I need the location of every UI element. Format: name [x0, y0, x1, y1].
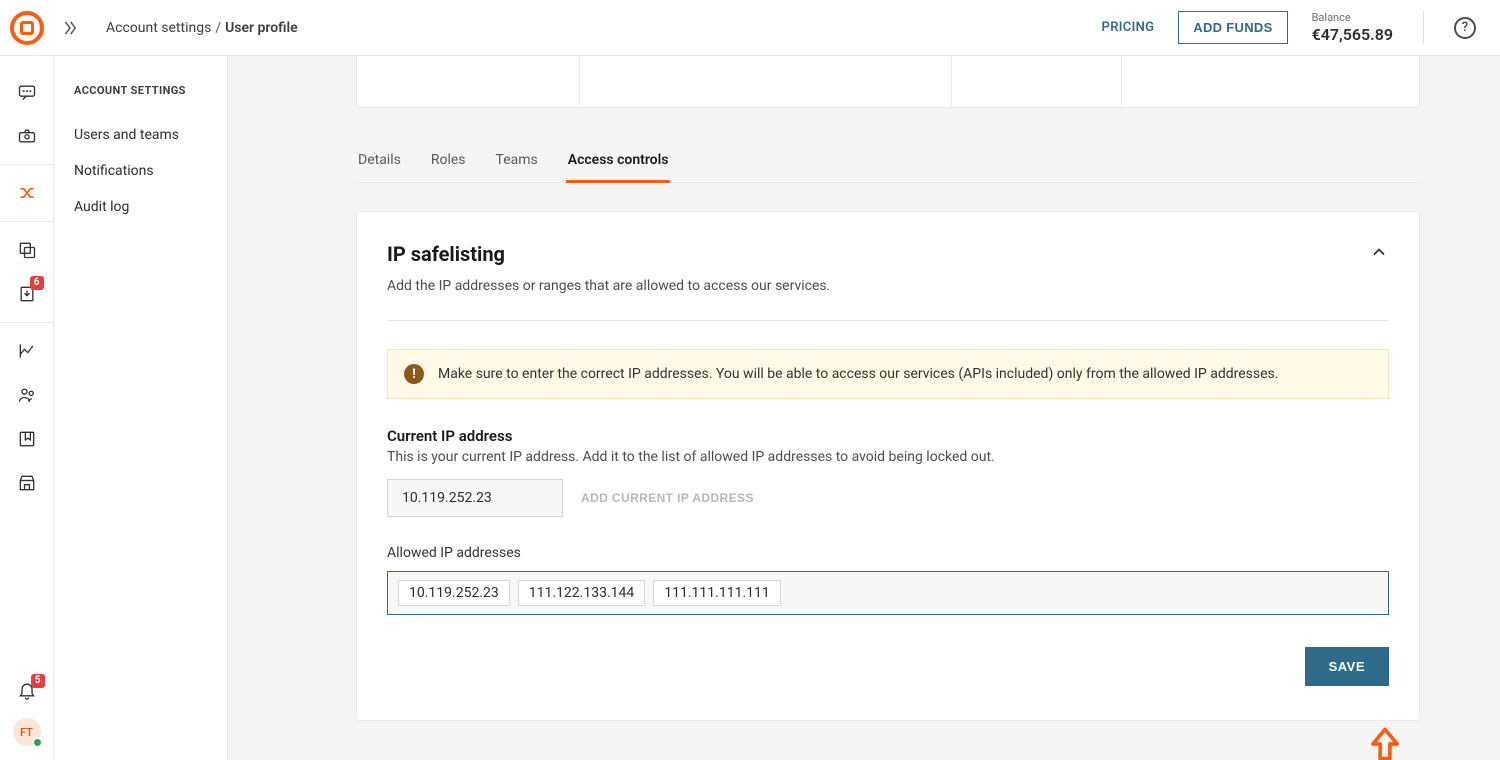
balance-block: Balance €47,565.89	[1312, 11, 1424, 43]
current-ip-title: Current IP address	[387, 427, 1389, 445]
rail-chat-icon[interactable]	[0, 70, 54, 114]
ip-chip[interactable]: 111.111.111.111	[653, 580, 781, 606]
summary-card-remnant	[356, 56, 1420, 108]
panel-subtitle: Add the IP addresses or ranges that are …	[387, 278, 830, 294]
current-ip-value: 10.119.252.23	[387, 479, 563, 517]
warning-icon: !	[404, 364, 424, 384]
breadcrumb-parent[interactable]: Account settings	[106, 20, 211, 36]
breadcrumb-separator: /	[215, 20, 221, 36]
tabs: Details Roles Teams Access controls	[356, 142, 1420, 183]
chevron-up-icon[interactable]	[1369, 242, 1389, 266]
tab-details[interactable]: Details	[356, 142, 403, 182]
ip-safelisting-panel: IP safelisting Add the IP addresses or r…	[356, 211, 1420, 721]
warning-alert: ! Make sure to enter the correct IP addr…	[387, 349, 1389, 399]
balance-value: €47,565.89	[1312, 25, 1393, 44]
rail-shuffle-icon[interactable]	[0, 171, 54, 215]
rail-store-icon[interactable]	[0, 461, 54, 505]
add-current-ip-button[interactable]: ADD CURRENT IP ADDRESS	[581, 491, 754, 505]
sidebar-item-audit-log[interactable]: Audit log	[74, 189, 227, 225]
allowed-ip-title: Allowed IP addresses	[387, 545, 1389, 561]
breadcrumb: Account settings / User profile	[106, 20, 298, 36]
pricing-link[interactable]: PRICING	[1102, 20, 1155, 35]
rail-download-icon[interactable]: 6	[0, 272, 54, 316]
notifications-bell-icon[interactable]: 5	[17, 680, 37, 704]
tab-access-controls[interactable]: Access controls	[566, 142, 671, 183]
sidebar-title: ACCOUNT SETTINGS	[74, 84, 227, 97]
allowed-ip-input[interactable]: 10.119.252.23 111.122.133.144 111.111.11…	[387, 571, 1389, 615]
ip-chip[interactable]: 111.122.133.144	[518, 580, 646, 606]
add-funds-button[interactable]: ADD FUNDS	[1178, 11, 1287, 44]
tab-roles[interactable]: Roles	[429, 142, 468, 182]
save-button[interactable]: SAVE	[1305, 647, 1389, 686]
attention-arrow-icon	[356, 727, 1420, 760]
expand-sidebar-icon[interactable]	[58, 16, 82, 40]
sidebar-item-users-and-teams[interactable]: Users and teams	[74, 117, 227, 153]
avatar-initials: FT	[20, 726, 33, 739]
balance-label: Balance	[1312, 11, 1393, 24]
notifications-badge: 5	[31, 674, 45, 688]
rail-analytics-icon[interactable]	[0, 329, 54, 373]
rail-people-icon[interactable]	[0, 373, 54, 417]
status-dot-icon	[33, 738, 42, 747]
rail-bookmark-icon[interactable]	[0, 417, 54, 461]
ip-chip[interactable]: 10.119.252.23	[398, 580, 510, 606]
rail-download-badge: 6	[30, 276, 44, 290]
rail-copy-icon[interactable]	[0, 228, 54, 272]
current-ip-desc: This is your current IP address. Add it …	[387, 449, 1389, 465]
sidebar-item-notifications[interactable]: Notifications	[74, 153, 227, 189]
panel-title: IP safelisting	[387, 242, 830, 266]
help-icon[interactable]: ?	[1454, 17, 1476, 39]
rail-camera-icon[interactable]	[0, 114, 54, 158]
tab-teams[interactable]: Teams	[494, 142, 540, 182]
breadcrumb-current: User profile	[225, 20, 298, 36]
avatar[interactable]: FT	[13, 718, 41, 746]
warning-text: Make sure to enter the correct IP addres…	[438, 366, 1278, 382]
app-logo[interactable]	[0, 0, 54, 56]
